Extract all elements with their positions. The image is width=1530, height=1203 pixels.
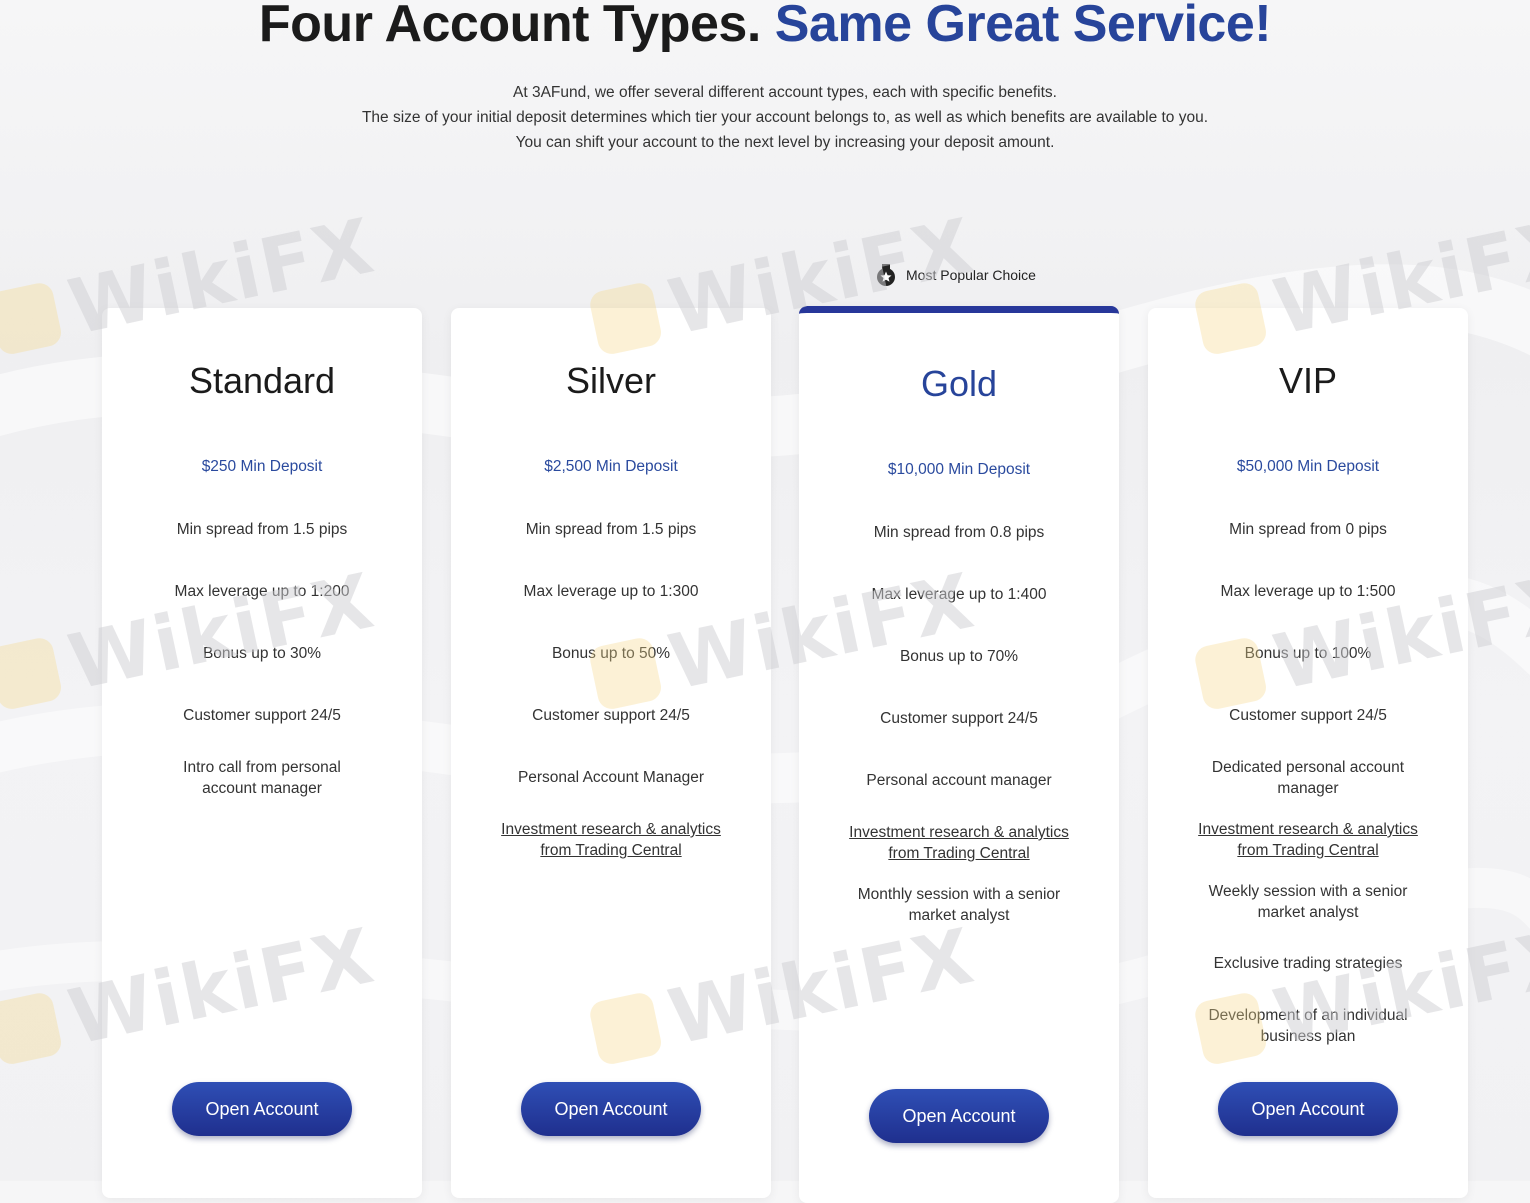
feature-bonus: Bonus up to 70% — [899, 648, 1019, 665]
account-card-vip: VIP $50,000 Min Deposit Min spread from … — [1148, 308, 1468, 1198]
research-link[interactable]: Investment research & analytics from Tra… — [839, 822, 1079, 864]
medal-icon — [877, 264, 895, 286]
feature-business-plan: Development of an individual business pl… — [1208, 1007, 1408, 1045]
account-card-standard: Standard $250 Min Deposit Min spread fro… — [102, 308, 422, 1198]
watermark-logo-icon — [0, 635, 64, 712]
feature-bonus: Bonus up to 50% — [551, 645, 671, 662]
account-card-gold: Gold $10,000 Min Deposit Min spread from… — [799, 306, 1119, 1203]
watermark-logo-icon — [0, 990, 64, 1067]
feature-support: Customer support 24/5 — [1229, 707, 1387, 724]
feature-trading-strategies: Exclusive trading strategies — [1213, 955, 1403, 972]
watermark-logo-icon — [0, 280, 64, 357]
min-deposit: $2,500 Min Deposit — [544, 458, 678, 475]
heading-accent: Same Great Service! — [774, 0, 1272, 53]
feature-leverage: Max leverage up to 1:200 — [174, 583, 350, 600]
feature-spread: Min spread from 0.8 pips — [873, 524, 1045, 541]
feature-bonus: Bonus up to 100% — [1244, 645, 1372, 662]
feature-spread: Min spread from 0 pips — [1229, 521, 1387, 538]
min-deposit: $50,000 Min Deposit — [1236, 458, 1380, 475]
feature-leverage: Max leverage up to 1:400 — [871, 586, 1047, 603]
feature-intro-call: Intro call from personal account manager — [183, 759, 341, 797]
open-account-button[interactable]: Open Account — [869, 1089, 1049, 1143]
feature-account-manager: Personal Account Manager — [517, 769, 705, 786]
intro-line-1: At 3AFund, we offer several different ac… — [513, 84, 1057, 101]
intro-line-3: You can shift your account to the next l… — [515, 134, 1055, 151]
page-heading: Four Account Types. Same Great Service! — [0, 0, 1530, 54]
open-account-button[interactable]: Open Account — [1218, 1082, 1398, 1136]
most-popular-badge: Most Popular Choice — [876, 264, 1036, 286]
open-account-button[interactable]: Open Account — [521, 1082, 701, 1136]
feature-spread: Min spread from 1.5 pips — [525, 521, 697, 538]
open-account-button[interactable]: Open Account — [172, 1082, 352, 1136]
research-link[interactable]: Investment research & analytics from Tra… — [491, 819, 731, 861]
feature-spread: Min spread from 1.5 pips — [176, 521, 348, 538]
feature-bonus: Bonus up to 30% — [202, 645, 322, 662]
feature-support: Customer support 24/5 — [532, 707, 690, 724]
intro-text: At 3AFund, we offer several different ac… — [0, 80, 1530, 155]
card-title: VIP — [1278, 360, 1338, 401]
research-link[interactable]: Investment research & analytics from Tra… — [1188, 819, 1428, 861]
most-popular-label: Most Popular Choice — [906, 267, 1036, 283]
intro-line-2: The size of your initial deposit determi… — [361, 109, 1209, 126]
heading-main: Four Account Types. — [258, 0, 761, 53]
min-deposit: $10,000 Min Deposit — [887, 461, 1031, 478]
account-card-silver: Silver $2,500 Min Deposit Min spread fro… — [451, 308, 771, 1198]
feature-leverage: Max leverage up to 1:500 — [1220, 583, 1396, 600]
feature-analyst-session: Weekly session with a senior market anal… — [1208, 883, 1408, 921]
feature-support: Customer support 24/5 — [880, 710, 1038, 727]
feature-leverage: Max leverage up to 1:300 — [523, 583, 699, 600]
feature-account-manager: Dedicated personal account manager — [1211, 759, 1405, 797]
feature-account-manager: Personal account manager — [866, 772, 1052, 789]
card-title: Standard — [188, 360, 336, 401]
feature-support: Customer support 24/5 — [183, 707, 341, 724]
card-title: Gold — [920, 363, 998, 404]
feature-analyst-session: Monthly session with a senior market ana… — [857, 886, 1061, 924]
min-deposit: $250 Min Deposit — [201, 458, 323, 475]
card-title: Silver — [565, 360, 657, 401]
